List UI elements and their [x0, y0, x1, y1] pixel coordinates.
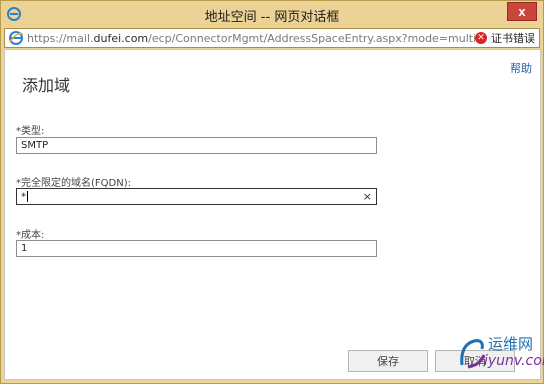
fqdn-input[interactable]: * × — [16, 188, 377, 205]
fqdn-value: * — [21, 191, 26, 203]
text-caret — [27, 191, 28, 202]
url-domain: dufei.com — [93, 31, 149, 45]
cost-label: *成本: — [16, 230, 45, 241]
page-title: 添加域 — [22, 76, 71, 95]
fqdn-label: *完全限定的域名(FQDN): — [16, 178, 131, 189]
url-path: /ecp/ConnectorMgmt/AddressSpaceEntry.asp… — [148, 31, 475, 45]
url-text[interactable]: https://mail.dufei.com/ecp/ConnectorMgmt… — [27, 32, 475, 45]
close-icon: x — [518, 4, 526, 19]
dialog-content: 帮助 添加域 *类型: SMTP *完全限定的域名(FQDN): * × *成本… — [4, 49, 544, 380]
address-bar[interactable]: https://mail.dufei.com/ecp/ConnectorMgmt… — [4, 28, 540, 48]
type-field[interactable]: SMTP — [16, 137, 377, 154]
cost-input[interactable]: 1 — [16, 240, 377, 257]
watermark-bottom-text: iyunv.com — [484, 353, 544, 369]
watermark-top-text: 运维网 — [488, 335, 534, 353]
title-bar: 地址空间 -- 网页对话框 x — [1, 1, 543, 28]
url-prefix: https://mail. — [27, 31, 94, 45]
type-value: SMTP — [21, 140, 49, 151]
clear-icon[interactable]: × — [363, 190, 372, 203]
error-icon: ✕ — [475, 32, 487, 44]
save-button[interactable]: 保存 — [348, 350, 428, 372]
certificate-error-label: 证书错误 — [491, 32, 535, 45]
ie-page-icon — [9, 31, 24, 45]
type-label: *类型: — [16, 126, 45, 137]
help-link[interactable]: 帮助 — [510, 60, 532, 76]
dialog-window: 地址空间 -- 网页对话框 x https://mail.dufei.com/e… — [0, 0, 544, 384]
watermark-logo: 运维网 iyunv.com — [458, 333, 544, 373]
certificate-error[interactable]: ✕ 证书错误 — [475, 30, 539, 46]
close-button[interactable]: x — [507, 2, 537, 21]
cost-value: 1 — [21, 243, 28, 254]
window-title: 地址空间 -- 网页对话框 — [204, 10, 340, 25]
